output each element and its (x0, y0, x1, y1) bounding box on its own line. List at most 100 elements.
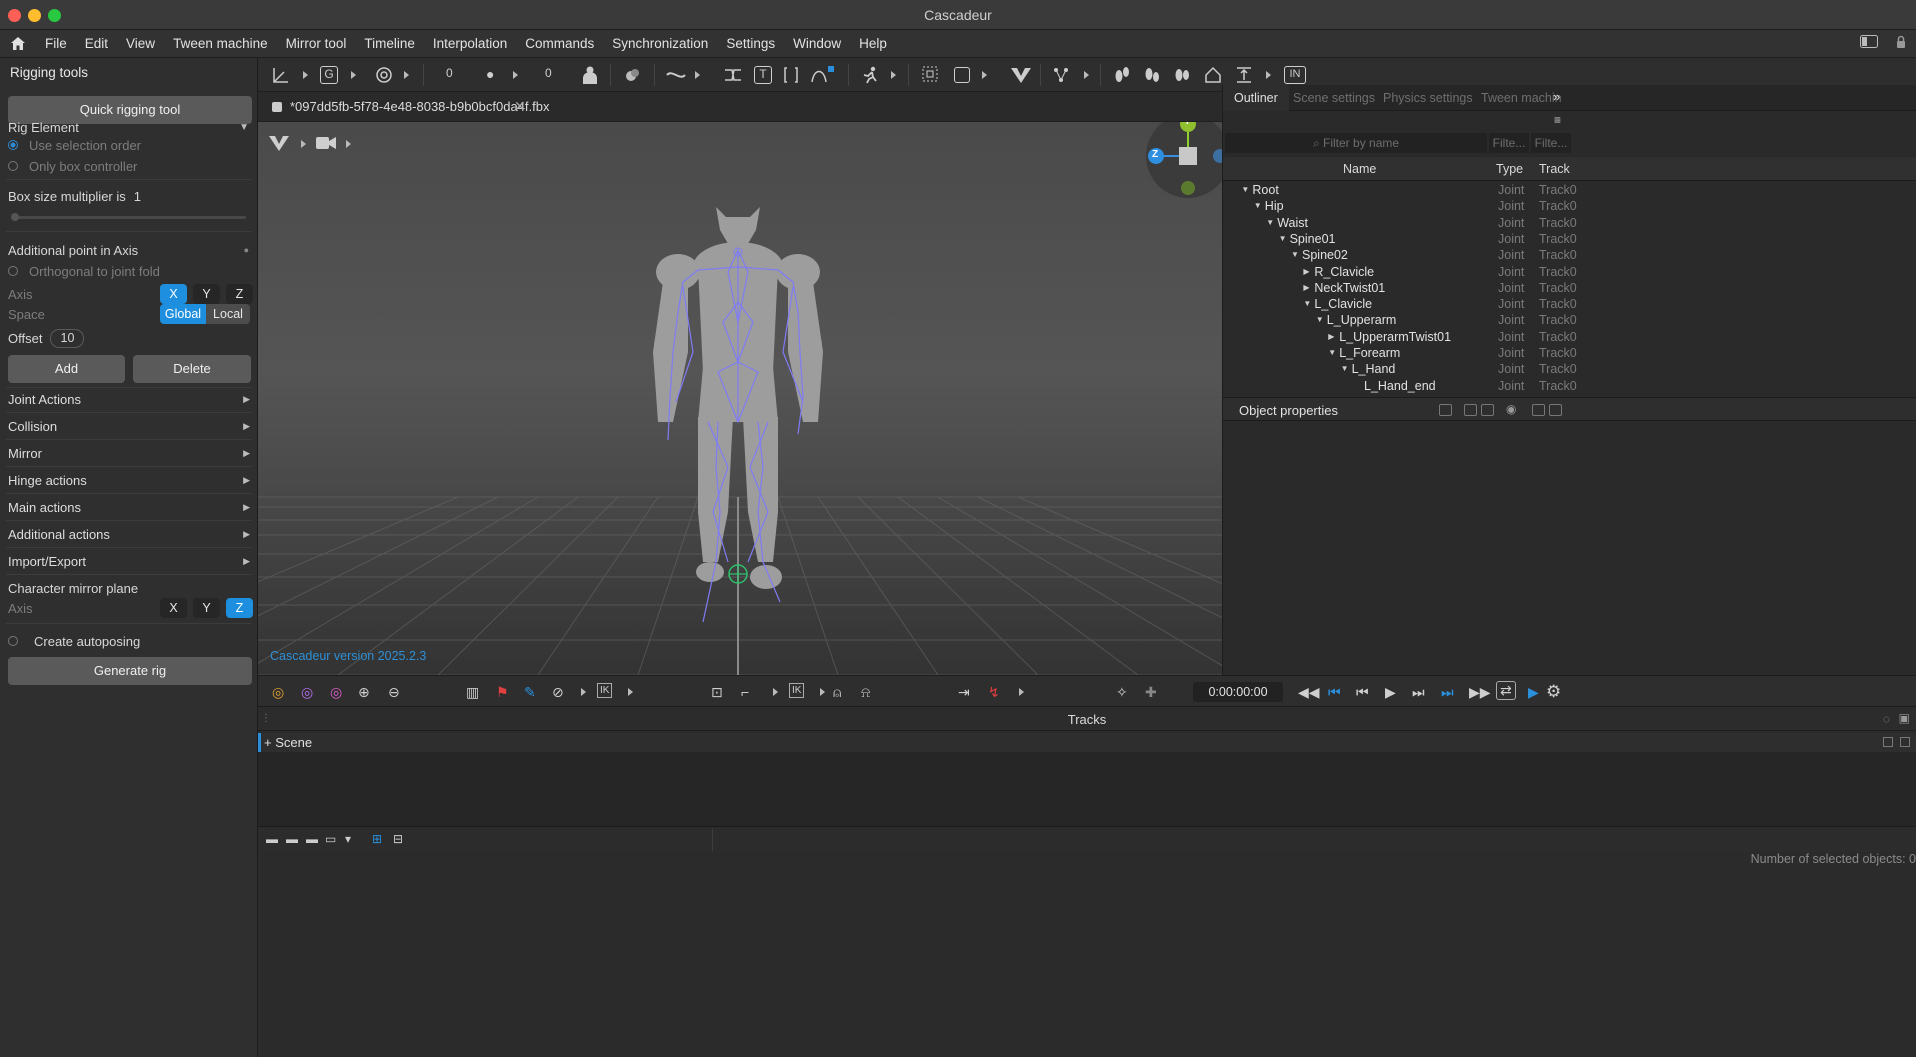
axis-z-button[interactable]: Z (226, 284, 253, 304)
person-icon[interactable] (582, 66, 598, 84)
filter-type-input[interactable]: Filte... (1489, 133, 1529, 153)
menu-mirror-tool[interactable]: Mirror tool (277, 30, 356, 58)
add-button[interactable]: Add (8, 355, 125, 383)
menu-settings[interactable]: Settings (717, 30, 784, 58)
dropdown-arrow-icon[interactable] (404, 71, 409, 79)
magic-wand-icon[interactable]: ✧ (1116, 684, 1128, 701)
outliner-row[interactable]: L_Hand_end Joint Track0 (1223, 378, 1916, 394)
collapse-arrow-icon[interactable]: ▶ (1303, 280, 1309, 296)
key-dynamic-icon[interactable]: ◎ (330, 684, 342, 701)
dropdown-arrow-icon[interactable] (351, 71, 356, 79)
radio-off-icon[interactable] (8, 161, 18, 171)
bracket-icon[interactable] (782, 66, 800, 84)
close-tab-icon[interactable]: ✕ (514, 98, 526, 115)
mirror-axis-y-button[interactable]: Y (193, 598, 220, 618)
key-interval-icon[interactable]: ◎ (272, 684, 284, 701)
generate-rig-button[interactable]: Generate rig (8, 657, 252, 685)
home-icon[interactable] (0, 37, 36, 50)
add-folder-icon[interactable]: ▬ (266, 832, 278, 846)
target-rotate-icon[interactable] (375, 66, 393, 84)
hamburger-menu-icon[interactable]: ≡ (1554, 113, 1561, 127)
filter-by-name-input[interactable]: ⌕ Filter by name (1225, 133, 1487, 153)
column-track[interactable]: Track (1539, 162, 1570, 176)
play-selection-icon[interactable]: ▶ (1528, 684, 1539, 701)
step-curve-icon[interactable]: ⌐ (741, 684, 749, 700)
red-curve-icon[interactable]: ↯ (988, 684, 1000, 701)
filter-track-input[interactable]: Filte... (1531, 133, 1571, 153)
footprint-icon[interactable] (1173, 66, 1191, 84)
outliner-row[interactable]: ▶ NeckTwist01 Joint Track0 (1223, 280, 1916, 296)
blend-icon[interactable] (624, 66, 642, 84)
previous-frame-icon[interactable]: ⏮ (1356, 684, 1369, 701)
create-autoposing-option[interactable]: Create autoposing (8, 631, 249, 651)
expand-arrow-icon[interactable]: ▼ (1279, 231, 1287, 247)
section-collision[interactable]: Collision ▶ (8, 416, 250, 436)
camera-icon[interactable] (316, 135, 336, 151)
joint-connect-icon[interactable] (1052, 66, 1074, 84)
dropdown-arrow-icon[interactable] (1266, 71, 1271, 79)
select-box-icon[interactable] (922, 66, 938, 82)
tracks-area[interactable] (258, 752, 1916, 826)
play-icon[interactable]: ▶ (1385, 684, 1396, 701)
key-fixed-icon[interactable]: ◎ (301, 684, 313, 701)
mirror-keys-icon[interactable]: ▥ (466, 684, 479, 701)
bezier-icon[interactable] (810, 66, 834, 84)
dropdown-arrow-icon[interactable] (820, 688, 825, 696)
visibility-checkbox[interactable] (1883, 737, 1893, 747)
menu-window[interactable]: Window (784, 30, 850, 58)
eye-icon[interactable]: ◉ (1506, 402, 1516, 416)
text-tool-button[interactable]: T (754, 66, 772, 84)
section-import-export[interactable]: Import/Export ▶ (8, 551, 250, 571)
section-mirror[interactable]: Mirror ▶ (8, 443, 250, 463)
delete-button[interactable]: Delete (133, 355, 251, 383)
code-view-icon[interactable] (1464, 404, 1477, 416)
curve-icon[interactable] (666, 66, 686, 84)
autophysics-icon[interactable]: ⍝ (833, 684, 841, 701)
interpolate-icon[interactable] (724, 66, 742, 84)
dropdown-arrow-icon[interactable] (982, 71, 987, 79)
collapse-icon[interactable]: ⊟ (393, 832, 403, 846)
menu-view[interactable]: View (117, 30, 164, 58)
info-icon[interactable] (1532, 404, 1545, 416)
track-row-scene[interactable]: + Scene (258, 733, 1916, 752)
dropdown-arrow-icon[interactable] (301, 140, 306, 148)
section-hinge-actions[interactable]: Hinge actions ▶ (8, 470, 250, 490)
loop-keys-icon[interactable]: ⊕ (358, 684, 370, 701)
section-joint-actions[interactable]: Joint Actions ▶ (8, 389, 250, 409)
align-vertical-icon[interactable] (1235, 66, 1253, 84)
dot-icon[interactable]: ● (486, 66, 494, 82)
collapse-arrow-icon[interactable]: ▶ (1328, 329, 1334, 345)
use-selection-order-option[interactable]: Use selection order (8, 135, 249, 155)
loop-icon[interactable]: ⇄ (1496, 681, 1516, 700)
footprint-icon[interactable] (1143, 66, 1161, 84)
spread-keys-icon[interactable]: ⊖ (388, 684, 400, 701)
dropdown-arrow-icon[interactable] (628, 688, 633, 696)
dropdown-arrow-icon[interactable] (891, 71, 896, 79)
offset-input[interactable]: 10 (50, 328, 85, 348)
menu-commands[interactable]: Commands (516, 30, 603, 58)
lock-icon[interactable]: ▣ (1899, 711, 1910, 725)
cascadeur-logo-icon[interactable] (1010, 66, 1032, 84)
only-box-controller-option[interactable]: Only box controller (8, 156, 249, 176)
outliner-row[interactable]: ▼ Waist Joint Track0 (1223, 215, 1916, 231)
ik-button[interactable]: IK (597, 683, 613, 698)
import-track-icon[interactable]: ▾ (345, 832, 351, 846)
lock-icon[interactable] (1896, 35, 1906, 48)
outliner-row[interactable]: ▼ L_Clavicle Joint Track0 (1223, 296, 1916, 312)
outliner-row[interactable]: ▼ Hip Joint Track0 (1223, 198, 1916, 214)
menu-timeline[interactable]: Timeline (355, 30, 424, 58)
expand-arrow-icon[interactable]: ▼ (1303, 296, 1311, 312)
mirror-axis-x-button[interactable]: X (160, 598, 187, 618)
help-icon[interactable]: ● (244, 245, 249, 255)
dropdown-arrow-icon[interactable] (1019, 688, 1024, 696)
orthogonal-option[interactable]: Orthogonal to joint fold (8, 261, 249, 281)
expand-arrow-icon[interactable]: ▼ (1328, 345, 1336, 361)
wrench-icon[interactable]: ✎ (524, 684, 536, 701)
remove-track-icon[interactable]: ▬ (306, 832, 318, 846)
expand-arrow-icon[interactable]: ▼ (1241, 182, 1249, 198)
outliner-row[interactable]: ▼ Root Joint Track0 (1223, 182, 1916, 198)
hide-icon[interactable]: ◌ (1883, 712, 1890, 726)
next-frame-icon[interactable]: ⏭ (1412, 684, 1425, 701)
dropdown-arrow-icon[interactable] (303, 71, 308, 79)
radio-off-icon[interactable] (8, 266, 18, 276)
